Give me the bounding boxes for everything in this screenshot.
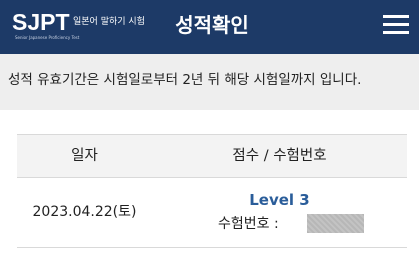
- exam-number-label: 수험번호 :: [218, 216, 279, 232]
- table-header: 일자 점수 / 수험번호: [17, 134, 407, 178]
- score-level-link[interactable]: Level 3: [152, 190, 407, 210]
- menu-bar-bottom: [383, 31, 409, 34]
- hamburger-icon[interactable]: [383, 14, 409, 36]
- column-header-score: 점수 / 수험번호: [232, 148, 327, 164]
- column-header-date: 일자: [71, 148, 98, 164]
- logo-subtitle: 일본어 말하기 시험: [73, 17, 145, 27]
- app-header: SJPT 일본어 말하기 시험 Senior Japanese Proficie…: [0, 0, 419, 54]
- exam-number-redacted: [307, 214, 364, 233]
- table-row: 2023.04.22(토) Level 3 수험번호 :: [17, 178, 407, 248]
- validity-notice: 성적 유효기간은 시험일로부터 2년 뒤 해당 시험일까지 입니다.: [8, 72, 362, 88]
- menu-bar-middle: [383, 23, 409, 26]
- exam-date: 2023.04.22(토): [32, 204, 137, 220]
- sjpt-logo[interactable]: SJPT 일본어 말하기 시험 Senior Japanese Proficie…: [12, 9, 145, 45]
- logo-mark: SJPT: [12, 9, 70, 35]
- logo-english: Senior Japanese Proficiency Test: [15, 35, 80, 40]
- menu-bar-top: [383, 15, 409, 18]
- page-title: 성적확인: [175, 13, 249, 37]
